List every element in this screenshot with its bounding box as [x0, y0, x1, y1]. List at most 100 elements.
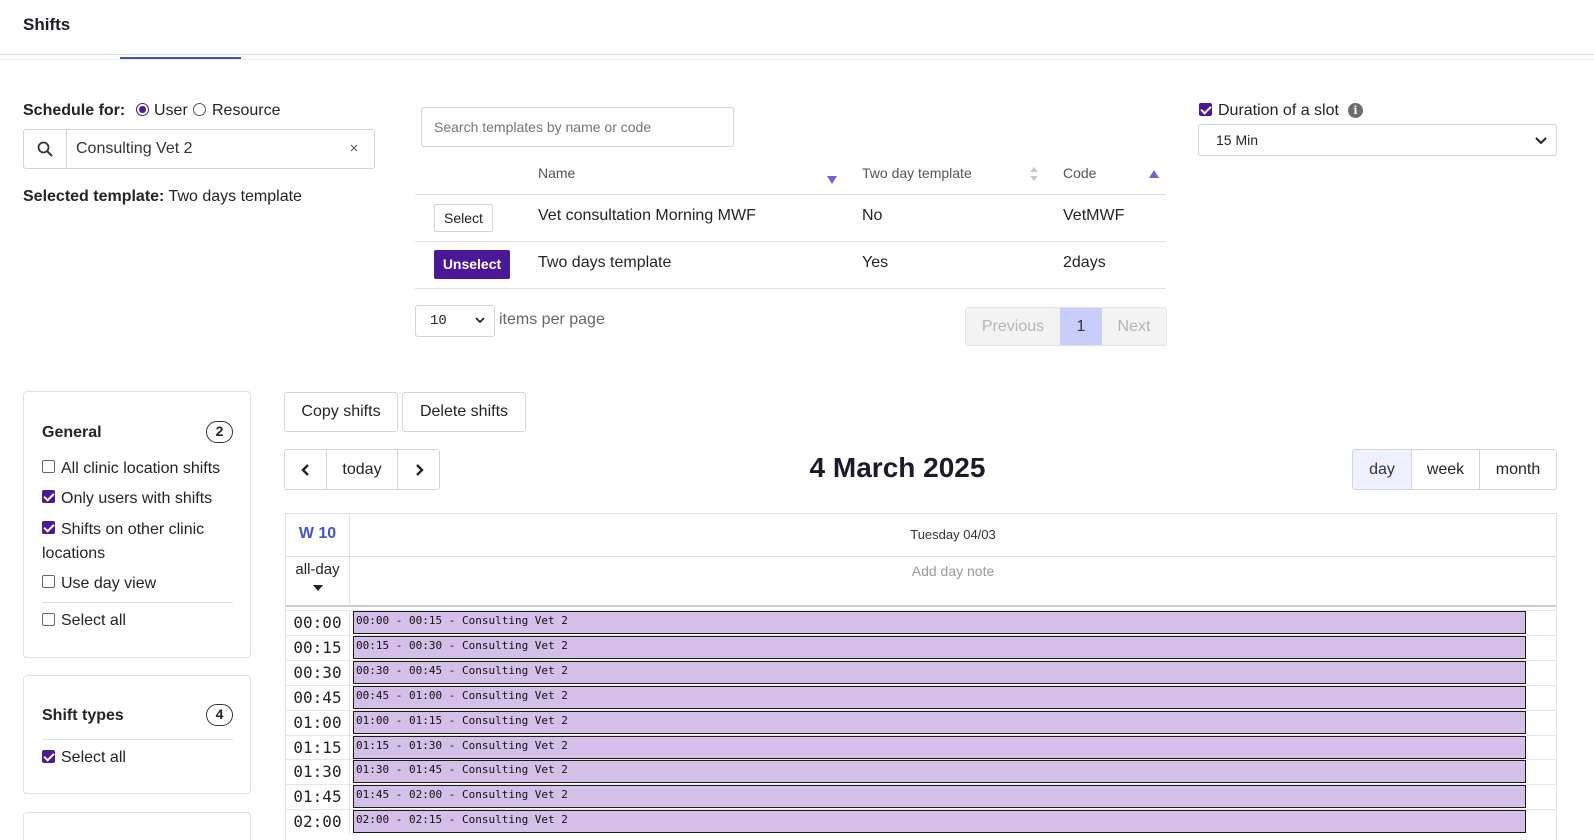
items-per-page-select[interactable]: 10	[415, 305, 495, 337]
sort-desc-icon[interactable]	[827, 171, 837, 187]
info-icon[interactable]: i	[1348, 103, 1363, 118]
next-page-button[interactable]: Next	[1102, 308, 1166, 345]
table-row: Select Vet consultation Morning MWF No V…	[415, 195, 1166, 242]
time-label: 02:00	[286, 809, 350, 834]
next-day-button[interactable]	[398, 450, 439, 489]
shift-types-panel: Shift types 4 Select all	[23, 675, 251, 794]
duration-select[interactable]: 15 Min	[1198, 124, 1557, 156]
chevron-down-icon	[474, 308, 486, 338]
time-label: 00:45	[286, 685, 350, 710]
time-label: 01:45	[286, 784, 350, 809]
table-row: Unselect Two days template Yes 2days	[415, 242, 1166, 289]
clear-icon[interactable]: ×	[334, 130, 374, 168]
all-day-label: all-day	[295, 561, 340, 578]
duration-value: 15 Min	[1216, 132, 1259, 148]
all-day-cell: all-day	[286, 557, 350, 607]
column-name[interactable]: Name	[538, 165, 575, 181]
sort-asc-icon[interactable]	[1149, 165, 1159, 181]
previous-page-button[interactable]: Previous	[966, 308, 1060, 345]
items-per-page-label: items per page	[499, 311, 605, 328]
shift-event[interactable]: 01:15 - 01:30 - Consulting Vet 2	[353, 736, 1526, 759]
delete-shifts-button[interactable]: Delete shifts	[402, 392, 526, 432]
shift-event[interactable]: 02:00 - 02:15 - Consulting Vet 2	[353, 810, 1526, 833]
general-title: General	[42, 424, 102, 441]
resource-radio[interactable]	[193, 103, 206, 116]
view-switcher: day week month	[1352, 449, 1557, 490]
shift-types-count-badge: 4	[206, 704, 233, 726]
day-view-checkbox[interactable]	[42, 575, 55, 588]
calendar-title: 4 March 2025	[809, 452, 986, 483]
column-two-day[interactable]: Two day template	[862, 165, 972, 181]
top-bar	[0, 0, 1594, 55]
shift-event[interactable]: 00:30 - 00:45 - Consulting Vet 2	[353, 661, 1526, 684]
page-title: Shifts	[23, 15, 71, 34]
shift-types-select-all-label[interactable]: Select all	[61, 746, 126, 770]
shift-event[interactable]: 01:45 - 02:00 - Consulting Vet 2	[353, 785, 1526, 808]
user-search-value[interactable]: Consulting Vet 2	[67, 130, 334, 168]
column-code[interactable]: Code	[1063, 165, 1096, 181]
user-radio[interactable]	[136, 103, 149, 116]
calendar-grid: W 10 Tuesday 04/03 all-day Add day note …	[285, 513, 1557, 840]
calendar-nav: today	[284, 449, 440, 490]
select-template-button[interactable]: Select	[434, 204, 493, 232]
caret-down-icon	[312, 585, 323, 591]
template-two-day: No	[862, 207, 883, 224]
time-label: 00:30	[286, 660, 350, 685]
page-1-button[interactable]: 1	[1060, 308, 1102, 345]
all-clinic-label[interactable]: All clinic location shifts	[61, 457, 220, 481]
shift-event[interactable]: 00:15 - 00:30 - Consulting Vet 2	[353, 636, 1526, 659]
only-users-checkbox[interactable]	[42, 490, 55, 503]
month-view-button[interactable]: month	[1479, 450, 1556, 489]
resource-radio-label[interactable]: Resource	[212, 102, 280, 120]
template-code: VetMWF	[1063, 207, 1125, 224]
time-label: 01:15	[286, 735, 350, 760]
day-header: Tuesday 04/03	[350, 514, 1556, 557]
template-name: Vet consultation Morning MWF	[538, 207, 756, 224]
shift-event[interactable]: 00:45 - 01:00 - Consulting Vet 2	[353, 686, 1526, 709]
duration-checkbox[interactable]	[1199, 103, 1212, 116]
duration-label: Duration of a slot	[1218, 102, 1339, 119]
shift-event[interactable]: 01:30 - 01:45 - Consulting Vet 2	[353, 760, 1526, 783]
general-count-badge: 2	[206, 421, 233, 443]
table-header: Name Two day template Code	[415, 155, 1166, 195]
shift-types-title: Shift types	[42, 707, 124, 724]
time-label: 01:00	[286, 710, 350, 735]
sort-both-icon[interactable]	[1029, 166, 1039, 185]
shift-event[interactable]: 00:00 - 00:15 - Consulting Vet 2	[353, 611, 1526, 634]
chevron-down-icon	[1534, 127, 1548, 157]
selected-template-value: Two days template	[168, 188, 302, 205]
day-view-label[interactable]: Use day view	[61, 572, 156, 596]
shift-event[interactable]: 01:00 - 01:15 - Consulting Vet 2	[353, 711, 1526, 734]
search-icon[interactable]	[24, 130, 67, 168]
prev-day-button[interactable]	[285, 450, 327, 489]
divider	[42, 602, 233, 603]
week-view-button[interactable]: week	[1411, 450, 1479, 489]
day-view-button[interactable]: day	[1353, 450, 1411, 489]
week-number: W 10	[286, 514, 350, 557]
schedule-for-label: Schedule for:	[23, 102, 126, 119]
user-radio-label[interactable]: User	[154, 102, 188, 120]
template-code: 2days	[1063, 254, 1106, 271]
selected-template: Selected template: Two days template	[23, 188, 302, 206]
select-all-label[interactable]: Select all	[61, 609, 126, 633]
copy-shifts-button[interactable]: Copy shifts	[284, 392, 398, 432]
other-locations-label[interactable]: Shifts on other clinic locations	[42, 518, 237, 566]
general-filter-panel: General 2 All clinic location shifts Onl…	[23, 391, 251, 658]
template-search-input[interactable]	[421, 107, 734, 147]
chevron-right-icon	[415, 463, 424, 476]
items-per-page-value: 10	[430, 313, 447, 329]
template-two-day: Yes	[862, 254, 889, 271]
time-label: 00:15	[286, 635, 350, 660]
shift-types-select-all-checkbox[interactable]	[42, 750, 55, 763]
only-users-label[interactable]: Only users with shifts	[61, 487, 212, 511]
today-button[interactable]: today	[327, 450, 398, 489]
user-search-field[interactable]: Consulting Vet 2 ×	[23, 129, 375, 169]
select-all-checkbox[interactable]	[42, 613, 55, 626]
add-day-note[interactable]: Add day note	[350, 557, 1556, 607]
unselect-template-button[interactable]: Unselect	[434, 250, 510, 279]
time-label: 01:30	[286, 759, 350, 784]
pagination: Previous 1 Next	[965, 307, 1167, 346]
all-clinic-checkbox[interactable]	[42, 460, 55, 473]
selected-template-label: Selected template:	[23, 188, 165, 205]
time-slots: 00:00 00:00 - 00:15 - Consulting Vet 2 00:…	[286, 610, 1556, 840]
